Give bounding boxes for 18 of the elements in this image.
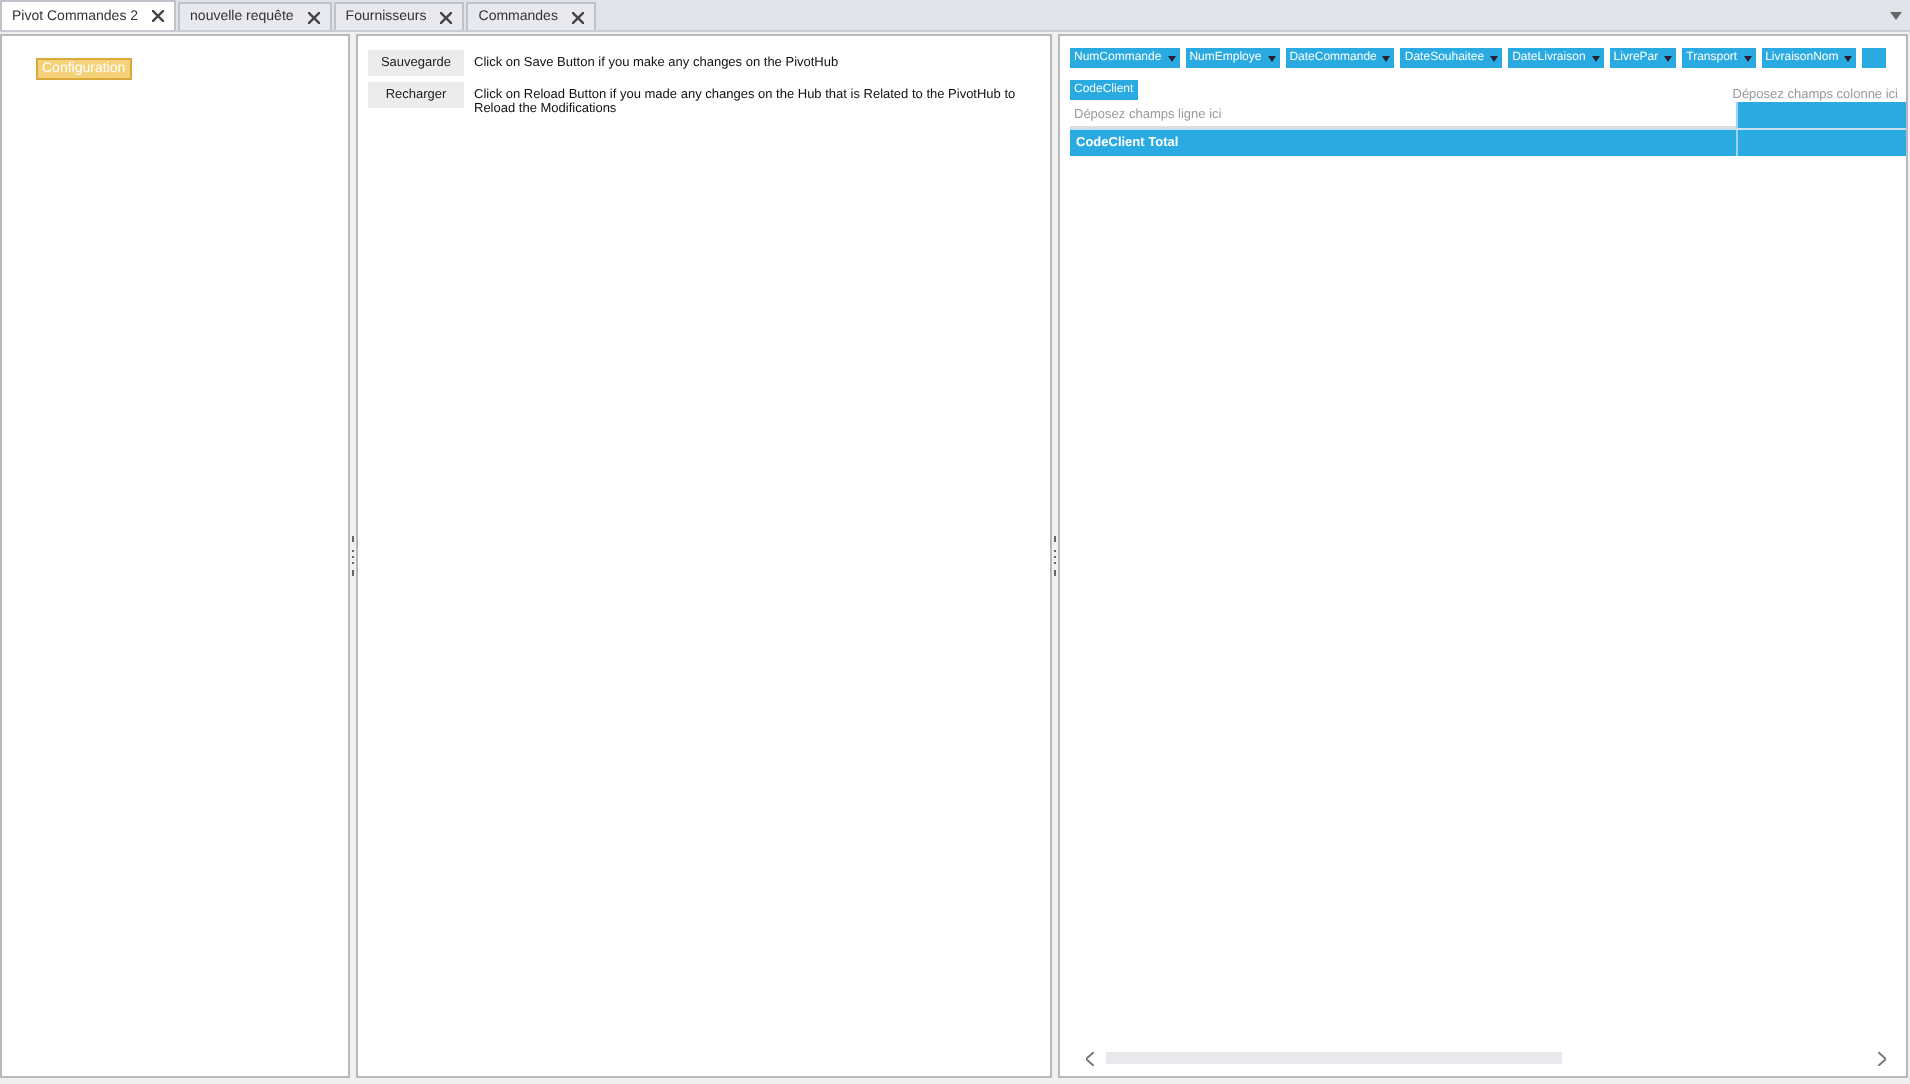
splitter-handle-icon[interactable]: [1052, 536, 1058, 576]
dropdown-icon[interactable]: [1743, 55, 1752, 61]
dropdown-icon[interactable]: [1382, 55, 1391, 61]
dropdown-icon[interactable]: [1844, 55, 1853, 61]
close-icon[interactable]: [307, 11, 320, 23]
dropdown-icon[interactable]: [1490, 55, 1499, 61]
dropdown-icon[interactable]: [1267, 55, 1276, 61]
scroll-right-icon[interactable]: [1878, 1051, 1886, 1065]
close-icon[interactable]: [571, 11, 584, 23]
field-chip[interactable]: [1862, 48, 1887, 68]
close-icon[interactable]: [152, 10, 165, 22]
splitter-handle-icon[interactable]: [350, 536, 356, 576]
scroll-left-icon[interactable]: [1086, 1051, 1094, 1065]
dropdown-icon[interactable]: [1890, 11, 1902, 19]
dropdown-icon[interactable]: [1167, 55, 1176, 61]
close-icon[interactable]: [440, 11, 453, 23]
dropdown-icon[interactable]: [1591, 55, 1600, 61]
dropdown-icon[interactable]: [1664, 55, 1673, 61]
